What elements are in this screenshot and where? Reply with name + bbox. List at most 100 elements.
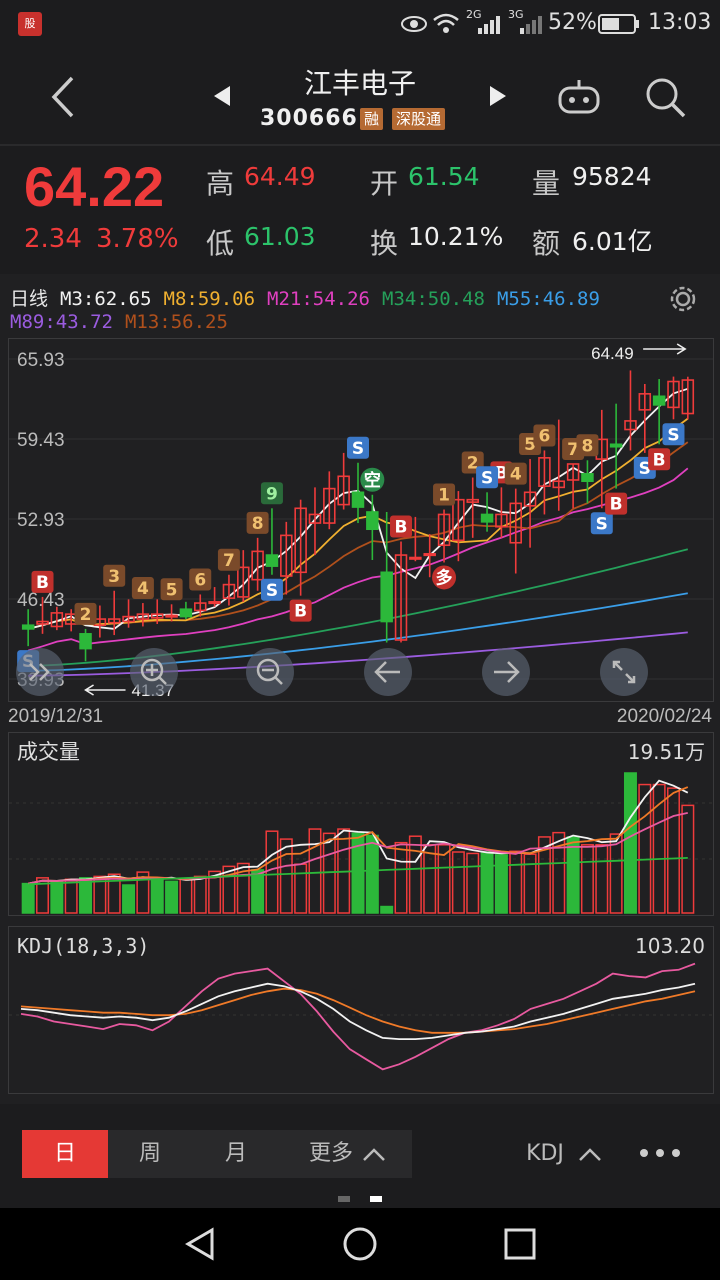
volume-bar [566, 836, 580, 914]
volume-bar [79, 877, 93, 914]
ma-legend-item: M8:59.06 [163, 288, 256, 310]
signal-marker-label: 3 [108, 567, 120, 587]
candle-body [21, 624, 35, 630]
high-label: 高 [206, 167, 235, 200]
candle-body [165, 614, 178, 618]
volume-label: 量 [532, 167, 561, 200]
high-marker-label: 64.49 [591, 344, 634, 363]
margin-tag: 融 [360, 108, 384, 130]
signal-marker-label: B [395, 518, 408, 538]
tab-more[interactable]: 更多 [296, 1130, 366, 1178]
ma-legend-item: M21:54.26 [267, 288, 370, 310]
nav-back-icon[interactable] [182, 1226, 218, 1262]
period-tabbar: 日 周 月 更多 KDJ [0, 1104, 720, 1202]
y-tick-label: 59.43 [17, 430, 65, 451]
volume-bar [251, 869, 265, 914]
volume-bar [21, 882, 35, 914]
volume-chart[interactable]: 成交量 19.51万 [8, 732, 714, 916]
more-icon[interactable] [638, 1146, 684, 1160]
signal-marker-label: S [667, 425, 679, 445]
ma-legend-item: M34:50.48 [382, 288, 485, 310]
volume-bar [423, 844, 437, 914]
signal-marker-label: S [266, 581, 278, 601]
turnover-label: 换 [370, 227, 399, 260]
kdj-chart[interactable]: KDJ(18,3,3) 103.20 [8, 926, 714, 1094]
clock: 13:03 [648, 10, 712, 35]
volume-bar [408, 835, 422, 914]
ma-legend-item: M55:46.89 [496, 288, 600, 310]
amount-value: 6.01亿 [572, 227, 653, 256]
signal-marker-label: 空 [364, 470, 381, 491]
fullscreen-icon [612, 660, 636, 684]
kdj-title: KDJ(18,3,3) [17, 934, 149, 958]
fullscreen-button[interactable] [600, 648, 648, 696]
quote-panel: 64.22 2.34 3.78% 高 64.49 开 61.54 量 95824… [0, 144, 720, 272]
indicator-select[interactable]: KDJ [512, 1130, 578, 1178]
low-marker-arrow [84, 684, 126, 696]
chevron-up-icon [363, 1148, 385, 1161]
candle-body [581, 473, 594, 483]
tab-week[interactable]: 周 [110, 1130, 190, 1178]
signal-icon-1 [478, 16, 500, 34]
price-change: 2.34 [24, 224, 82, 254]
wifi-icon [433, 13, 459, 33]
tab-day[interactable]: 日 [22, 1130, 108, 1178]
low-value: 61.03 [244, 222, 316, 251]
zoom-all-button[interactable] [16, 648, 64, 696]
signal-marker-label: 9 [266, 484, 278, 504]
volume-bar [165, 880, 179, 914]
volume-bar [667, 787, 680, 914]
signal-marker-label: B [610, 495, 623, 515]
signal-marker-label: 5 [166, 580, 178, 600]
collapse-icon [29, 663, 50, 681]
volume-bar [480, 851, 494, 914]
candle-body [179, 608, 193, 618]
candle-body [265, 554, 279, 567]
zoom-in-button[interactable] [130, 648, 178, 696]
signal-marker-label: 2 [80, 605, 92, 625]
zoom-out-button[interactable] [246, 648, 294, 696]
low-label: 低 [206, 227, 235, 260]
volume-bar [294, 863, 308, 914]
connect-tag: 深股通 [392, 108, 446, 130]
robot-icon[interactable] [556, 76, 602, 116]
page-dot [338, 1196, 350, 1202]
candle-body [409, 556, 422, 560]
settings-icon[interactable] [668, 284, 698, 314]
left-icon [374, 661, 400, 683]
eye-icon [401, 16, 427, 32]
stock-name: 江丰电子 [303, 67, 416, 100]
nav-home-icon[interactable] [342, 1226, 378, 1262]
candle-body [609, 443, 623, 448]
stock-header: 江丰电子 300666 融 深股通 [0, 48, 720, 144]
nav-recents-icon[interactable] [502, 1226, 538, 1262]
signal-marker-label: S [596, 514, 608, 534]
scroll-left-button[interactable] [364, 648, 412, 696]
high-marker-arrow [643, 343, 687, 355]
candle-body [208, 601, 221, 605]
candle-body [380, 571, 393, 623]
volume-bar [509, 850, 523, 914]
signal-marker-label: B [36, 573, 49, 593]
volume-bar [50, 880, 64, 914]
volume-bar [609, 833, 623, 914]
signal-marker-label: S [352, 439, 364, 459]
zoom-in-icon [140, 658, 167, 685]
volume-bar [451, 851, 465, 914]
ma-legend-item: M89:43.72 [10, 311, 113, 333]
signal-marker-label: 6 [194, 570, 206, 590]
tab-month[interactable]: 月 [196, 1130, 276, 1178]
volume-bar [265, 830, 279, 914]
next-icon[interactable] [488, 84, 508, 108]
scroll-right-button[interactable] [482, 648, 530, 696]
y-tick-label: 65.93 [17, 350, 65, 371]
search-icon[interactable] [644, 76, 686, 118]
right-icon [494, 661, 520, 683]
volume-bar [595, 844, 609, 914]
volume-bar [623, 772, 637, 914]
kdj-max-label: 103.20 [635, 934, 705, 958]
signal-marker-label: 8 [582, 436, 594, 456]
status-bar: 股 2G 3G 52% 13:03 [0, 0, 720, 48]
battery-percent: 52% [548, 10, 597, 35]
signal-marker-label: B [294, 602, 307, 622]
